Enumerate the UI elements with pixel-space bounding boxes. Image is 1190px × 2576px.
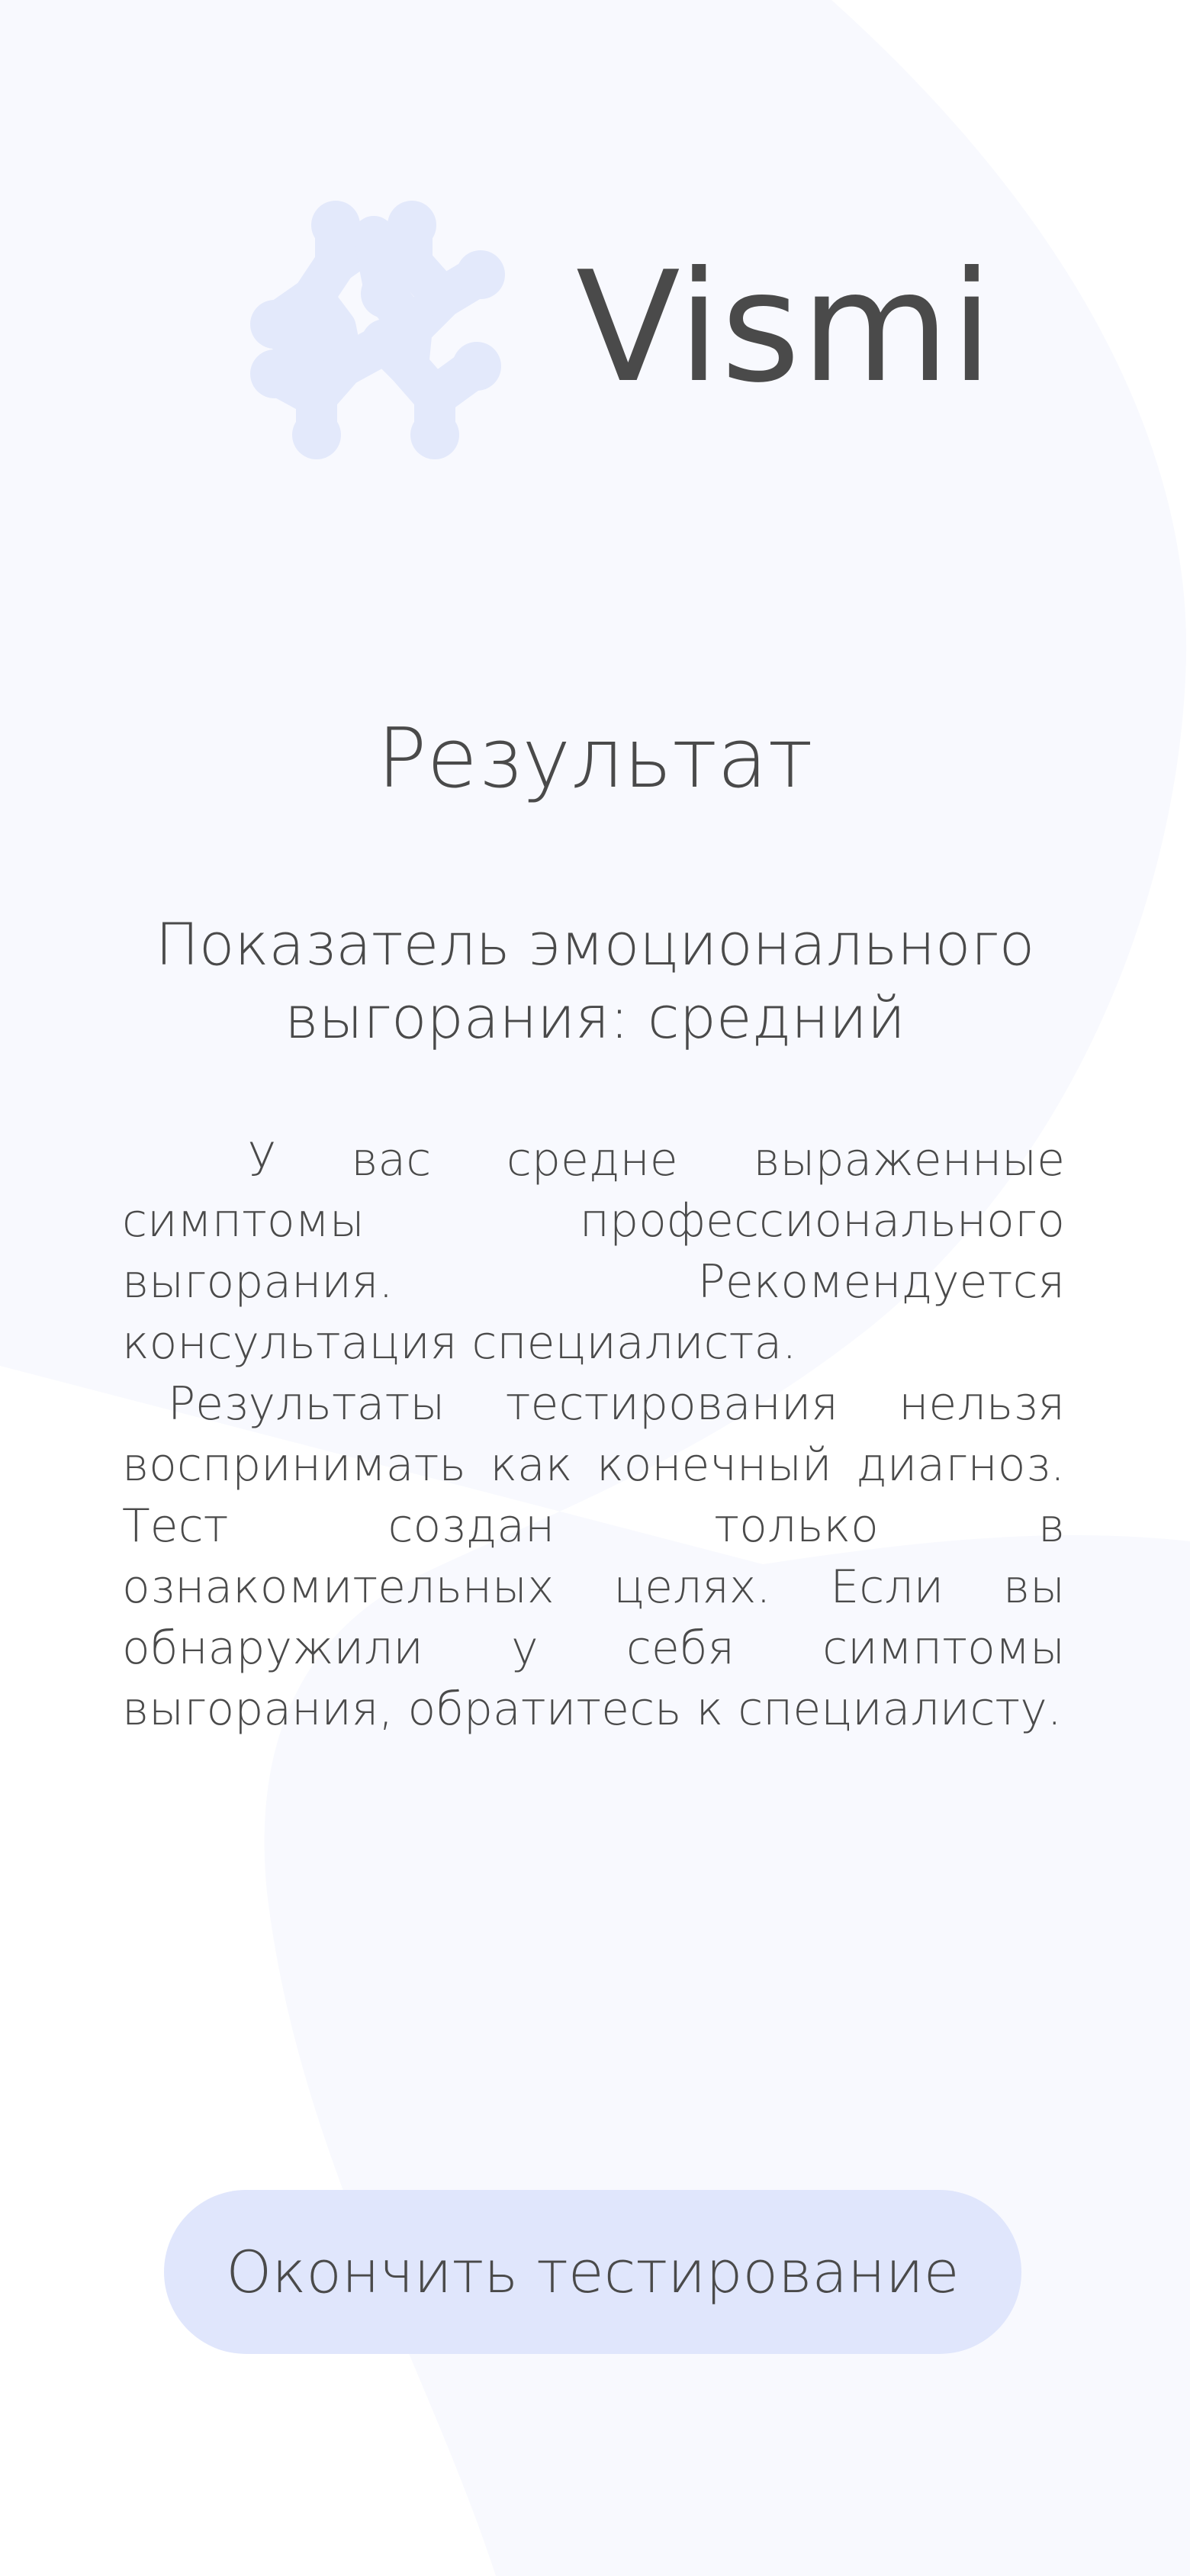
page-title: Результат [377,711,813,807]
result-description: У вас средне выраженные симптомы професс… [122,1129,1065,1740]
burnout-level: Показатель эмоционального выгорания: сре… [155,910,1035,1051]
result-disclaimer: Результаты тестирования нельзя восприним… [122,1377,1065,1736]
finish-test-button[interactable]: Окончить тестирование [164,2190,1021,2354]
app-name: Vismi [576,239,994,417]
result-screen: Vismi Результат Показатель эмоциональног… [0,0,1190,2576]
result-recommendation: У вас средне выраженные симптомы професс… [122,1133,1065,1370]
app-logo: Vismi [0,183,1190,473]
molecule-logo-icon [250,201,505,459]
